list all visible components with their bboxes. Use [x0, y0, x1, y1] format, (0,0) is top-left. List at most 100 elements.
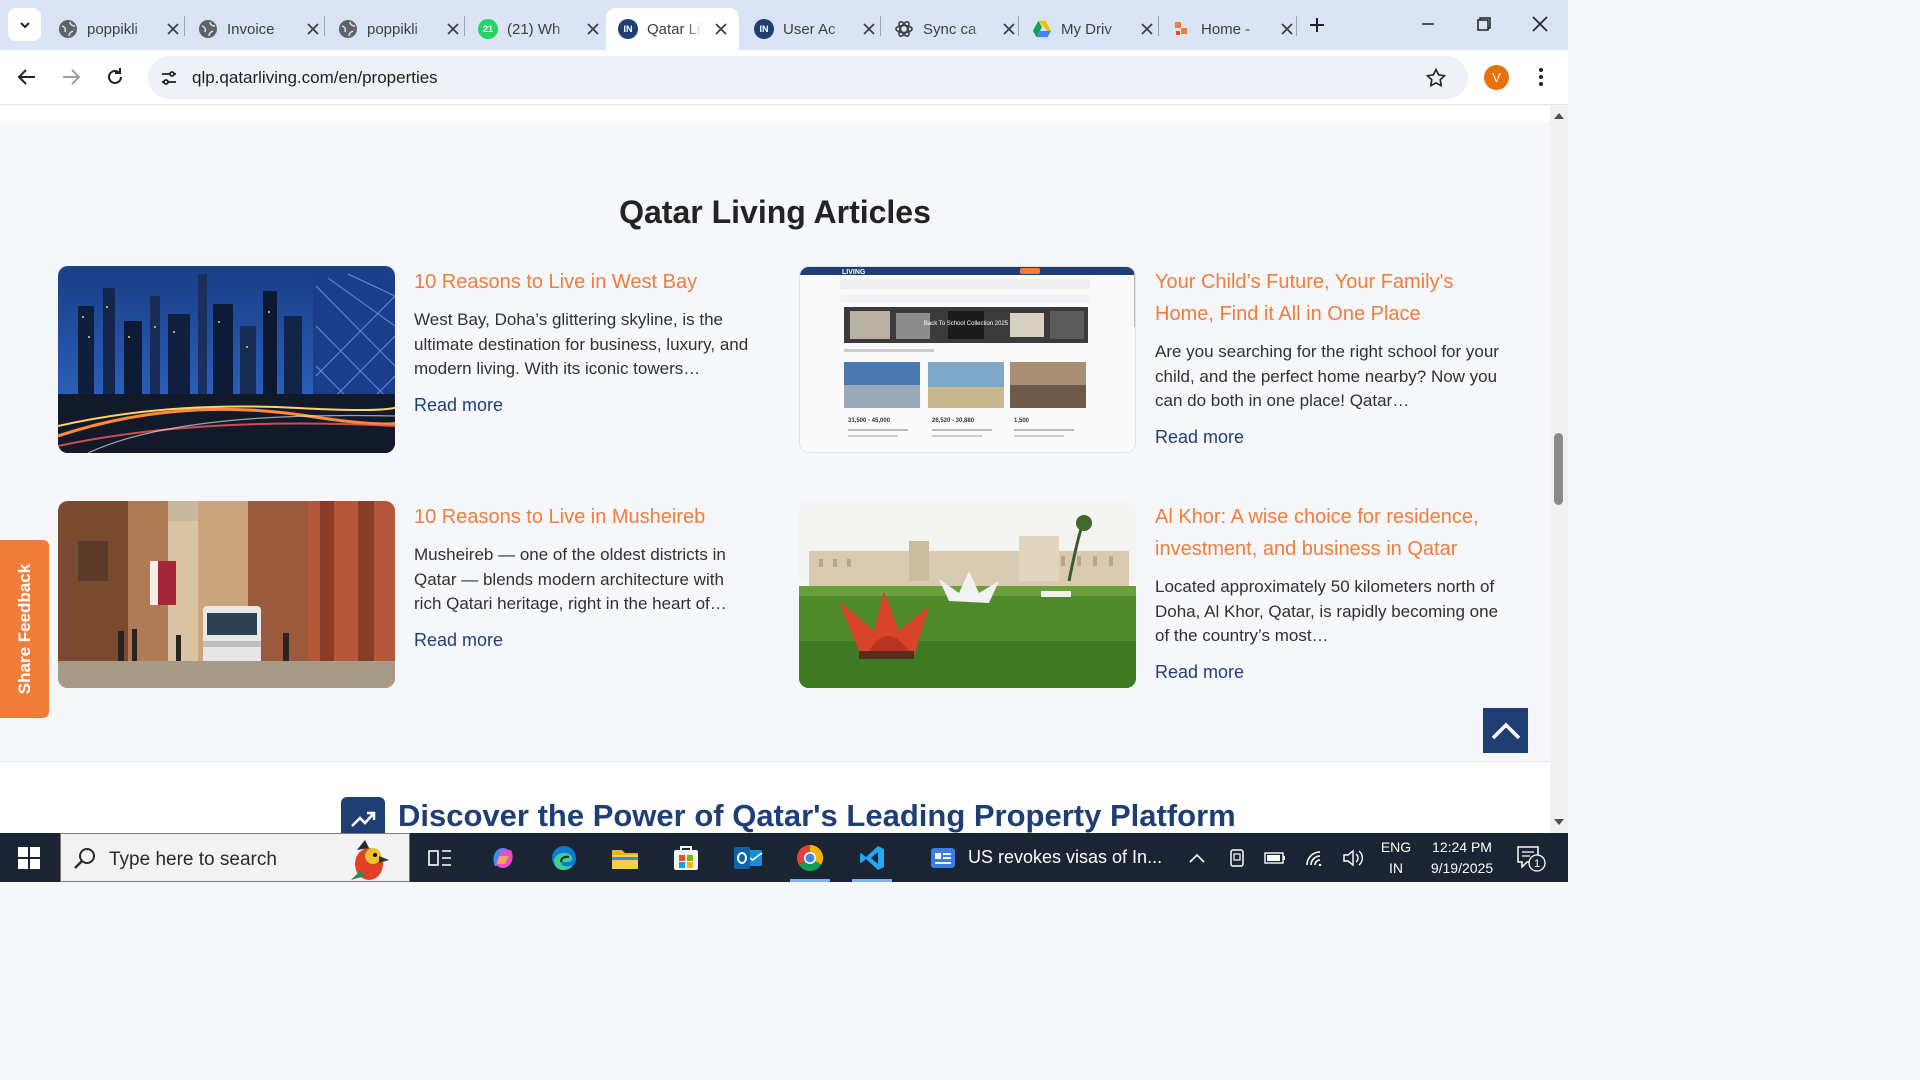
- close-tab-icon[interactable]: [999, 19, 1019, 39]
- close-window-button[interactable]: [1520, 8, 1560, 40]
- tab-user-account[interactable]: IN User Ac: [742, 8, 889, 50]
- read-more-link[interactable]: Read more: [414, 630, 503, 651]
- tab-sync[interactable]: Sync ca: [882, 8, 1029, 50]
- chevron-up-icon: [1189, 853, 1205, 863]
- edge-app[interactable]: [536, 833, 592, 882]
- tab-poppikli-2[interactable]: poppikli: [326, 8, 473, 50]
- qatar-living-icon: IN: [618, 19, 638, 39]
- tab-separator: [880, 16, 881, 36]
- back-to-top-button[interactable]: [1483, 708, 1528, 753]
- search-highlight-bird-icon: [351, 840, 389, 880]
- tab-qatar-living[interactable]: IN Qatar Li: [606, 8, 739, 50]
- show-hidden-icons-button[interactable]: [1184, 833, 1210, 882]
- microsoft-store-app[interactable]: [658, 833, 714, 882]
- file-explorer-app[interactable]: [597, 833, 653, 882]
- task-view-button[interactable]: [412, 833, 468, 882]
- vscode-app[interactable]: [844, 833, 900, 882]
- url-text[interactable]: qlp.qatarliving.com/en/properties: [192, 68, 438, 88]
- logo-text: LIVING: [842, 269, 866, 276]
- article-image-west-bay[interactable]: [58, 266, 395, 453]
- language-code: ENG: [1380, 839, 1412, 855]
- close-tab-icon[interactable]: [583, 19, 603, 39]
- banner-text: Back To School Collection 2025: [924, 321, 1009, 327]
- news-widget[interactable]: US revokes visas of In...: [930, 833, 1170, 882]
- read-more-link[interactable]: Read more: [414, 395, 503, 416]
- close-tab-icon[interactable]: [712, 19, 729, 39]
- site-info-icon[interactable]: [158, 67, 180, 89]
- globe-icon: [198, 19, 218, 39]
- back-button[interactable]: [12, 62, 42, 92]
- read-more-link[interactable]: Read more: [1155, 662, 1244, 683]
- clock-time: 12:24 PM: [1432, 839, 1492, 855]
- tab-title: Home -: [1201, 20, 1251, 38]
- scroll-up-arrow-icon[interactable]: [1553, 110, 1565, 122]
- tab-home[interactable]: Home -: [1160, 8, 1307, 50]
- close-tab-icon[interactable]: [859, 19, 879, 39]
- article-excerpt: Are you searching for the right school f…: [1155, 342, 1499, 410]
- close-tab-icon[interactable]: [303, 19, 323, 39]
- tab-poppikli-1[interactable]: poppikli: [46, 8, 193, 50]
- copilot-app[interactable]: [475, 833, 531, 882]
- browser-menu-button[interactable]: [1528, 64, 1554, 90]
- outlook-icon: [734, 846, 763, 869]
- section-title: Qatar Living Articles: [619, 194, 931, 230]
- site-icon: [1172, 19, 1192, 39]
- news-headline: US revokes visas of In...: [968, 847, 1163, 867]
- tab-separator: [1296, 16, 1297, 36]
- close-tab-icon[interactable]: [1277, 19, 1297, 39]
- edge-icon: [552, 845, 576, 870]
- chrome-app[interactable]: [782, 833, 838, 882]
- arrow-left-icon: [17, 69, 35, 85]
- article-image-schools[interactable]: LIVING Back To School Collection 2025 31…: [799, 266, 1136, 453]
- read-more-link[interactable]: Read more: [1155, 427, 1244, 448]
- tab-google-drive[interactable]: My Driv: [1020, 8, 1167, 50]
- new-tab-button[interactable]: [1304, 12, 1330, 38]
- close-tab-icon[interactable]: [443, 19, 463, 39]
- tab-separator: [184, 16, 185, 36]
- close-tab-icon[interactable]: [1137, 19, 1157, 39]
- close-tab-icon[interactable]: [163, 19, 183, 39]
- notification-center-button[interactable]: 1: [1510, 843, 1550, 873]
- volume-button[interactable]: [1340, 833, 1366, 882]
- globe-icon: [58, 19, 78, 39]
- tab-invoice[interactable]: Invoice: [186, 8, 333, 50]
- article-title[interactable]: Al Khor: A wise choice for residence, in…: [1155, 501, 1500, 565]
- chevron-up-icon: [1491, 722, 1520, 739]
- scroll-down-arrow-icon[interactable]: [1553, 816, 1565, 828]
- battery-button[interactable]: [1262, 833, 1288, 882]
- tray-app-icon: [1230, 848, 1244, 867]
- address-bar[interactable]: qlp.qatarliving.com/en/properties: [148, 56, 1468, 99]
- promo-title: Discover the Power of Qatar's Leading Pr…: [398, 798, 1236, 833]
- language-indicator[interactable]: ENG IN: [1374, 837, 1418, 879]
- network-button[interactable]: [1302, 833, 1328, 882]
- tab-title: (21) Wh: [507, 20, 561, 38]
- start-button[interactable]: [0, 833, 58, 882]
- article-title[interactable]: Your Child’s Future, Your Family's Home,…: [1155, 266, 1500, 330]
- forward-button[interactable]: [56, 62, 86, 92]
- header-band: [0, 106, 1550, 122]
- tab-title: poppikli: [87, 20, 138, 38]
- trending-up-icon: [341, 797, 385, 833]
- page-scrollbar[interactable]: [1550, 106, 1568, 833]
- share-feedback-button[interactable]: Share Feedback: [0, 540, 49, 718]
- globe-icon: [338, 19, 358, 39]
- tray-app-button[interactable]: [1224, 833, 1250, 882]
- restore-button[interactable]: [1464, 8, 1504, 40]
- price-text: 1,500: [1014, 418, 1030, 424]
- profile-avatar[interactable]: V: [1484, 65, 1509, 90]
- article-image-musheireb[interactable]: [58, 501, 395, 688]
- clock[interactable]: 12:24 PM 9/19/2025: [1420, 837, 1504, 879]
- article-title[interactable]: 10 Reasons to Live in Musheireb: [414, 501, 754, 533]
- outlook-app[interactable]: [720, 833, 776, 882]
- reload-button[interactable]: [100, 62, 130, 92]
- minimize-button[interactable]: [1408, 8, 1448, 40]
- page-viewport: Qatar Living Articles 10 Reasons to Live…: [0, 106, 1550, 833]
- article-image-al-khor[interactable]: [799, 501, 1136, 688]
- tab-search-button[interactable]: [8, 8, 41, 41]
- taskbar-search-box[interactable]: Type here to search: [60, 833, 410, 882]
- bookmark-star-icon[interactable]: [1424, 66, 1448, 90]
- tab-whatsapp[interactable]: 21 (21) Wh: [466, 8, 613, 50]
- battery-icon: [1264, 851, 1285, 864]
- scrollbar-thumb[interactable]: [1554, 433, 1563, 505]
- article-title[interactable]: 10 Reasons to Live in West Bay: [414, 266, 754, 298]
